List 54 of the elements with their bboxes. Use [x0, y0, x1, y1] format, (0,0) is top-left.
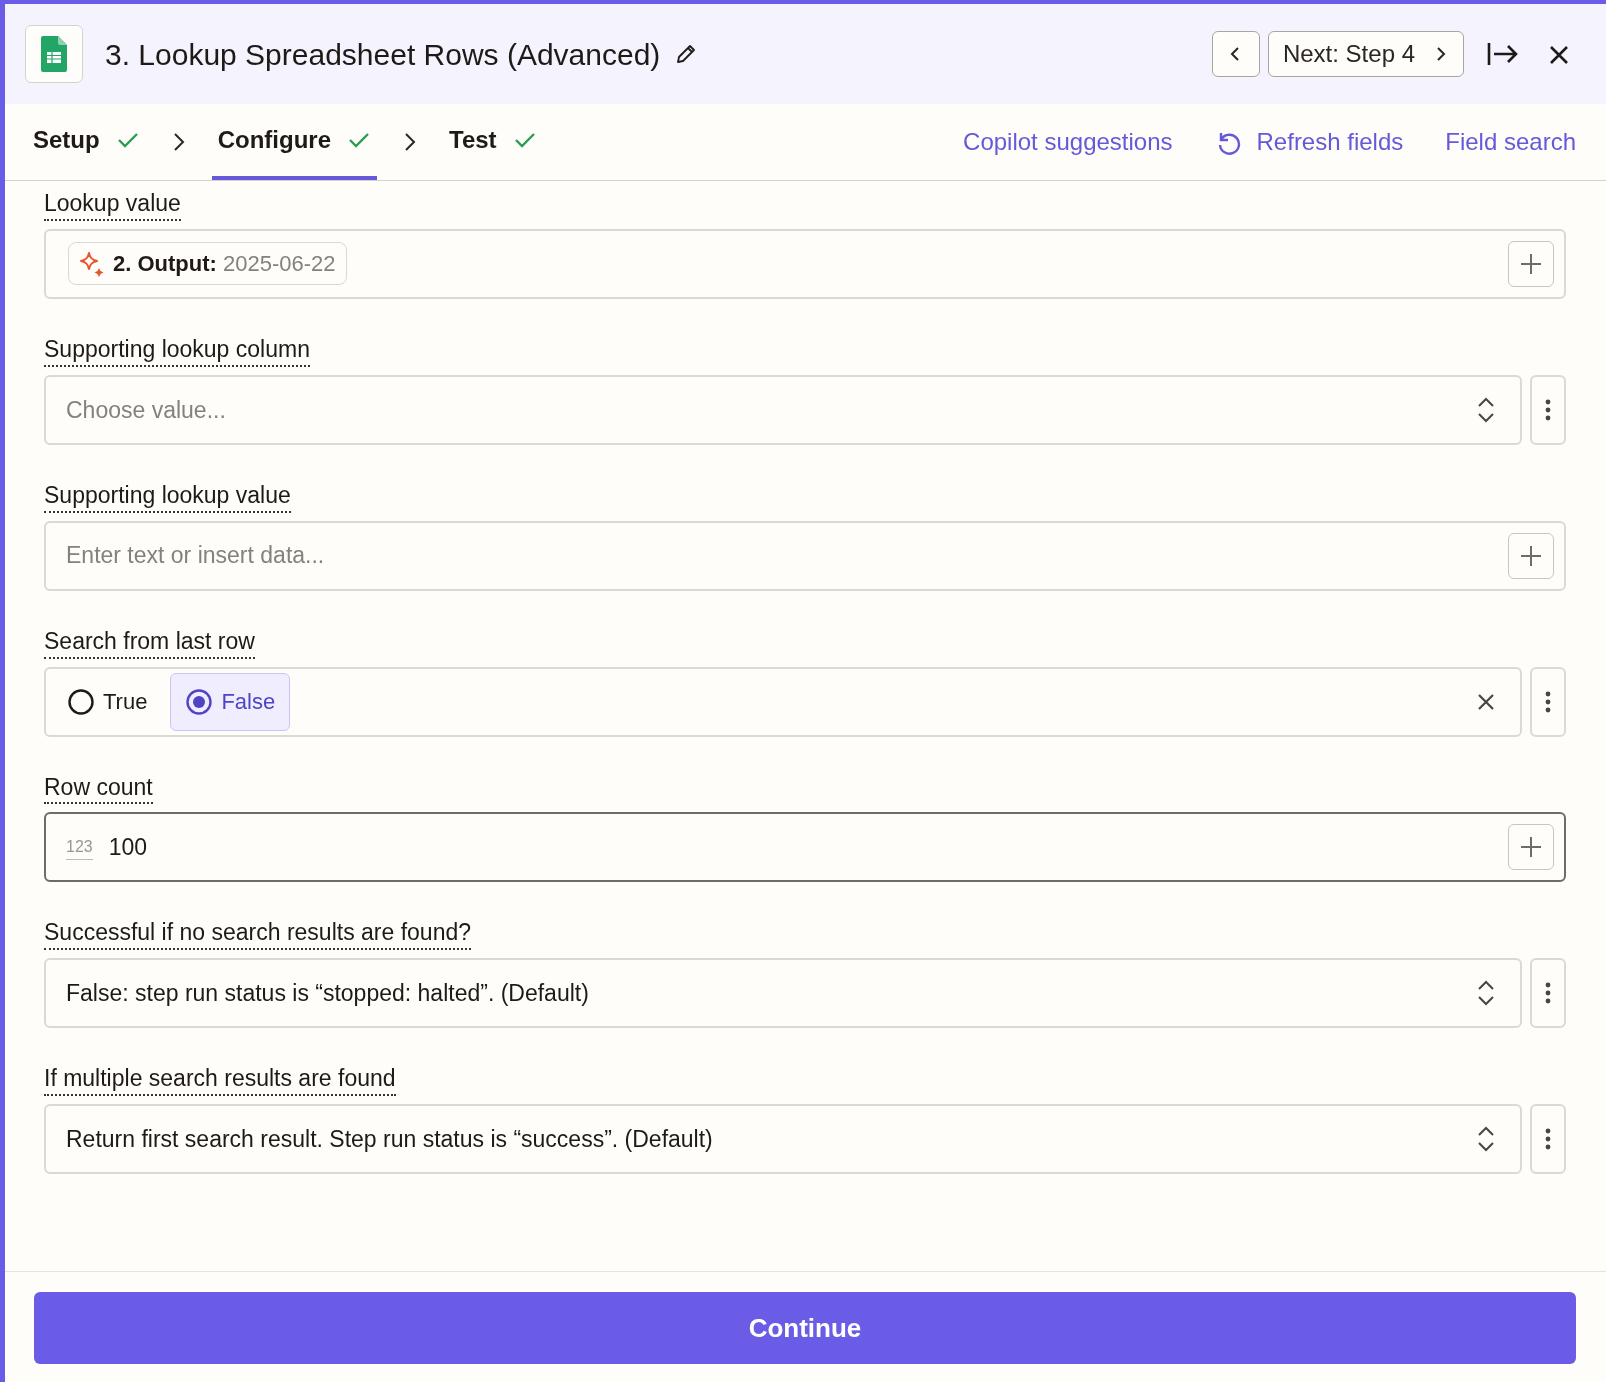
field-label: Row count	[44, 772, 153, 805]
placeholder-text: Choose value...	[66, 395, 226, 425]
up-down-chevron-icon	[1476, 1125, 1496, 1154]
step-tab[interactable]: Test	[443, 104, 543, 180]
input-field[interactable]: Enter text or insert data...	[44, 520, 1566, 591]
radio-icon	[185, 687, 214, 716]
plus-icon	[1519, 251, 1543, 276]
placeholder-text: Enter text or insert data...	[66, 541, 325, 571]
sparkle-icon	[79, 250, 105, 277]
next-step-button[interactable]: Next: Step 4	[1267, 31, 1464, 77]
field-label: Lookup value	[44, 189, 181, 221]
toolbar-link[interactable]: Field search	[1445, 124, 1576, 160]
input-field[interactable]: Choose value...	[44, 374, 1522, 445]
input-field[interactable]: 123 100	[44, 812, 1566, 883]
chevron-right-icon	[403, 131, 417, 153]
field-value: 100	[108, 833, 148, 863]
insert-data-button[interactable]	[1508, 824, 1554, 871]
field-label: Supporting lookup column	[44, 334, 310, 367]
toolbar-link[interactable]: Copilot suggestions	[963, 124, 1173, 160]
field-label: Successful if no search results are found?	[44, 918, 471, 951]
radio-icon	[67, 687, 95, 716]
data-token[interactable]: 2. Output: 2025-06-22	[68, 242, 347, 286]
toolbar-link[interactable]: Refresh fields	[1214, 124, 1404, 160]
arrow-to-bar-icon	[1486, 40, 1520, 68]
insert-data-button[interactable]	[1508, 240, 1554, 287]
chevron-right-icon	[171, 131, 186, 153]
vertical-dots-icon	[1545, 690, 1551, 713]
number-type-label: 123	[66, 834, 93, 860]
close-icon	[1548, 43, 1570, 66]
input-field[interactable]: False: step run status is “stopped: halted”. (Default)	[44, 958, 1522, 1029]
vertical-dots-icon	[1545, 398, 1551, 421]
token-text: 2. Output: 2025-06-22	[113, 250, 336, 279]
up-down-chevron-icon	[1476, 979, 1496, 1008]
radio-group[interactable]: True False	[44, 666, 1522, 737]
input-field[interactable]: Return first search result. Step run status is “success”. (Default)	[44, 1104, 1522, 1175]
plus-icon	[1519, 835, 1543, 860]
continue-button[interactable]: Continue	[34, 1292, 1576, 1364]
input-field[interactable]: 2. Output: 2025-06-22	[44, 228, 1566, 299]
field-value: Return first search result. Step run status is “success”. (Default)	[66, 1125, 713, 1154]
insert-data-button[interactable]	[1508, 532, 1554, 579]
field-label: If multiple search results are found	[44, 1064, 396, 1097]
spreadsheet-icon	[41, 36, 67, 72]
plus-icon	[1519, 543, 1543, 568]
step-tab[interactable]: Configure	[211, 104, 377, 180]
radio-option[interactable]: True	[52, 672, 163, 731]
field-value: False: step run status is “stopped: halted”. (Default)	[66, 979, 589, 1009]
step-tab[interactable]: Setup	[27, 104, 146, 180]
field-label: Supporting lookup value	[44, 480, 291, 513]
vertical-dots-icon	[1545, 1128, 1551, 1151]
up-down-chevron-icon	[1476, 395, 1496, 424]
field-label: Search from last row	[44, 626, 255, 659]
radio-option[interactable]: False	[170, 672, 291, 731]
step-title: 3. Lookup Spreadsheet Rows (Advanced)	[105, 36, 661, 73]
vertical-dots-icon	[1545, 982, 1551, 1005]
